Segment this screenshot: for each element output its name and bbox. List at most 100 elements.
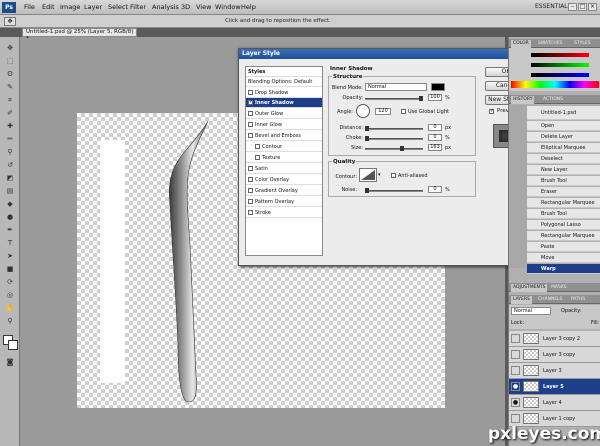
menu-edit[interactable]: Edit bbox=[42, 3, 55, 11]
history-item[interactable]: Polygonal Lasso bbox=[527, 220, 600, 230]
tab-styles[interactable]: STYLES bbox=[572, 40, 593, 48]
style-drop-shadow[interactable]: Drop Shadow bbox=[246, 88, 322, 98]
pen-tool-icon[interactable]: ✒ bbox=[5, 225, 15, 235]
tab-masks[interactable]: MASKS bbox=[549, 284, 569, 292]
layer-row[interactable]: ● Layer 4 bbox=[509, 395, 600, 411]
history-item[interactable]: Delete Layer bbox=[527, 132, 600, 142]
close-icon[interactable]: × bbox=[588, 3, 597, 11]
history-item[interactable]: Elliptical Marquee bbox=[527, 143, 600, 153]
blend-mode-select[interactable]: Normal bbox=[365, 83, 427, 91]
lasso-tool-icon[interactable]: ʘ bbox=[5, 69, 15, 79]
move-tool-icon[interactable]: ✥ bbox=[4, 17, 16, 26]
style-gradient-overlay[interactable]: Gradient Overlay bbox=[246, 186, 322, 196]
checkbox-icon[interactable] bbox=[255, 155, 260, 160]
blue-slider[interactable] bbox=[531, 73, 589, 77]
red-slider[interactable] bbox=[531, 53, 589, 57]
gradient-tool-icon[interactable]: ▤ bbox=[5, 186, 15, 196]
style-stroke[interactable]: Stroke bbox=[246, 208, 322, 218]
tab-adjustments[interactable]: ADJUSTMENTS bbox=[511, 284, 548, 292]
checkbox-icon[interactable] bbox=[248, 199, 253, 204]
tab-layers[interactable]: LAYERS bbox=[511, 296, 532, 304]
slider-knob[interactable] bbox=[365, 136, 369, 141]
style-bevel-emboss[interactable]: Bevel and Emboss bbox=[246, 131, 322, 141]
global-light-checkbox[interactable] bbox=[401, 109, 406, 114]
size-input[interactable]: 163 bbox=[428, 144, 442, 151]
path-select-icon[interactable]: ➤ bbox=[5, 251, 15, 261]
menu-select[interactable]: Select bbox=[108, 3, 128, 11]
history-item[interactable]: Brush Tool bbox=[527, 176, 600, 186]
contour-picker[interactable] bbox=[359, 168, 377, 182]
history-item[interactable]: Move bbox=[527, 253, 600, 263]
brush-tool-icon[interactable]: ✏ bbox=[5, 134, 15, 144]
history-item[interactable]: Rectangular Marquee bbox=[527, 231, 600, 241]
history-item[interactable]: Deselect bbox=[527, 154, 600, 164]
style-contour[interactable]: Contour bbox=[246, 142, 322, 152]
layer-row[interactable]: Layer 3 bbox=[509, 363, 600, 379]
checkbox-icon[interactable] bbox=[248, 122, 253, 127]
color-ramp[interactable] bbox=[511, 81, 599, 88]
marquee-tool-icon[interactable]: ⬚ bbox=[5, 56, 15, 66]
layer-row-current[interactable]: ● Layer 5 bbox=[509, 379, 600, 395]
shadow-color-swatch[interactable] bbox=[431, 83, 445, 91]
history-item[interactable]: Paste bbox=[527, 242, 600, 252]
clone-stamp-icon[interactable]: ⚲ bbox=[5, 147, 15, 157]
history-brush-icon[interactable]: ↺ bbox=[5, 160, 15, 170]
checkbox-icon[interactable] bbox=[248, 166, 253, 171]
zoom-tool-icon[interactable]: ⚲ bbox=[5, 316, 15, 326]
preview-checkbox[interactable]: ✓ bbox=[489, 109, 494, 114]
layer-row[interactable]: Layer 3 copy bbox=[509, 347, 600, 363]
blending-options[interactable]: Blending Options: Default bbox=[246, 77, 322, 87]
angle-dial[interactable] bbox=[356, 104, 370, 118]
visibility-icon[interactable] bbox=[511, 366, 520, 375]
eyedropper-icon[interactable]: ✐ bbox=[5, 108, 15, 118]
blur-tool-icon[interactable]: ◆ bbox=[5, 199, 15, 209]
slider-knob[interactable] bbox=[400, 146, 405, 151]
checkbox-icon[interactable] bbox=[248, 210, 253, 215]
history-item[interactable]: Brush Tool bbox=[527, 209, 600, 219]
menu-analysis[interactable]: Analysis bbox=[152, 3, 179, 11]
noise-slider[interactable] bbox=[365, 188, 423, 193]
checkbox-icon[interactable] bbox=[248, 90, 253, 95]
menu-3d[interactable]: 3D bbox=[181, 3, 190, 11]
slider-knob[interactable] bbox=[365, 188, 369, 193]
move-tool-icon[interactable]: ✥ bbox=[5, 43, 15, 53]
tab-swatches[interactable]: SWATCHES bbox=[536, 40, 565, 48]
layer-row[interactable]: Layer 3 copy 2 bbox=[509, 331, 600, 347]
visibility-icon[interactable] bbox=[511, 350, 520, 359]
history-item[interactable]: Eraser bbox=[527, 187, 600, 197]
hand-tool-icon[interactable]: ✋ bbox=[5, 303, 15, 313]
angle-input[interactable]: 120 bbox=[375, 108, 391, 115]
healing-brush-icon[interactable]: ✚ bbox=[5, 121, 15, 131]
checkbox-icon[interactable] bbox=[248, 111, 253, 116]
history-item[interactable]: Rectangular Marquee bbox=[527, 198, 600, 208]
3d-rotate-icon[interactable]: ⟳ bbox=[5, 277, 15, 287]
style-texture[interactable]: Texture bbox=[246, 153, 322, 163]
choke-input[interactable]: 0 bbox=[428, 134, 442, 141]
tab-actions[interactable]: ACTIONS bbox=[541, 96, 565, 104]
minimize-icon[interactable]: – bbox=[568, 3, 577, 11]
opacity-slider[interactable] bbox=[365, 96, 423, 101]
menu-help[interactable]: Help bbox=[241, 3, 256, 11]
3d-orbit-icon[interactable]: ◎ bbox=[5, 290, 15, 300]
menu-layer[interactable]: Layer bbox=[84, 3, 102, 11]
menu-filter[interactable]: Filter bbox=[130, 3, 146, 11]
style-inner-shadow[interactable]: ✓ Inner Shadow bbox=[246, 98, 322, 108]
type-tool-icon[interactable]: T bbox=[5, 238, 15, 248]
history-item-current[interactable]: Warp bbox=[527, 264, 600, 274]
blend-mode-select[interactable]: Normal bbox=[511, 307, 551, 315]
background-color-swatch[interactable] bbox=[8, 340, 18, 350]
choke-slider[interactable] bbox=[365, 136, 423, 141]
tab-channels[interactable]: CHANNELS bbox=[536, 296, 565, 304]
style-outer-glow[interactable]: Outer Glow bbox=[246, 109, 322, 119]
history-item[interactable]: New Layer bbox=[527, 165, 600, 175]
quick-mask-icon[interactable]: ◙ bbox=[5, 357, 15, 367]
slider-knob[interactable] bbox=[419, 96, 423, 101]
opacity-input[interactable]: 100 bbox=[428, 94, 442, 101]
style-pattern-overlay[interactable]: Pattern Overlay bbox=[246, 197, 322, 207]
distance-slider[interactable] bbox=[365, 126, 423, 131]
menu-view[interactable]: View bbox=[196, 3, 211, 11]
document-tab[interactable]: Untitled-1.psd @ 25% (Layer 5, RGB/8) * bbox=[22, 28, 137, 42]
style-color-overlay[interactable]: Color Overlay bbox=[246, 175, 322, 185]
tab-paths[interactable]: PATHS bbox=[569, 296, 587, 304]
history-item[interactable]: Open bbox=[527, 121, 600, 131]
